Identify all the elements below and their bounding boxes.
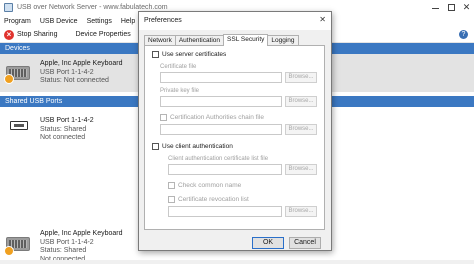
port-note: Not connected (40, 134, 86, 141)
status-bar (0, 260, 474, 264)
private-key-file-field (160, 96, 282, 107)
device-properties-button[interactable]: Device Properties (75, 31, 130, 38)
dialog-title: Preferences (139, 12, 331, 30)
private-key-file-browse-button: Browse... (285, 96, 317, 107)
minimize-icon[interactable] (431, 3, 440, 12)
checkbox-box (152, 143, 159, 150)
stop-sharing-button[interactable]: × Stop Sharing (4, 29, 58, 40)
ca-chain-file-field (160, 124, 282, 135)
ca-chain-file-label: Certification Authorities chain file (170, 114, 264, 121)
use-server-certificates-checkbox[interactable]: Use server certificates (152, 51, 226, 58)
checkbox-box (152, 51, 159, 58)
device-status: Status: Not connected (40, 77, 109, 84)
menu-help[interactable]: Help (121, 18, 135, 25)
shared-badge-icon (4, 246, 14, 256)
ca-chain-file-checkbox: Certification Authorities chain file (160, 114, 264, 121)
dialog-close-icon[interactable]: ✕ (319, 16, 326, 24)
ok-button[interactable]: OK (252, 237, 284, 249)
tab-ssl-security[interactable]: SSL Security (223, 34, 269, 46)
shared-device-name: Apple, Inc Apple Keyboard (40, 230, 123, 237)
app-icon (4, 3, 13, 12)
cert-revocation-list-field (168, 206, 282, 217)
certificate-file-browse-button: Browse... (285, 72, 317, 83)
cert-revocation-list-label: Certificate revocation list (178, 196, 249, 203)
certificate-file-label: Certificate file (160, 64, 197, 70)
menu-settings[interactable]: Settings (87, 18, 112, 25)
preferences-dialog: Preferences ✕ Network Authentication SSL… (138, 11, 332, 251)
check-common-name-label: Check common name (178, 182, 242, 189)
client-auth-list-file-field (168, 164, 282, 175)
shared-device-status: Status: Shared (40, 247, 87, 254)
menu-usb-device[interactable]: USB Device (40, 18, 78, 25)
client-auth-list-browse-button: Browse... (285, 164, 317, 175)
checkbox-box (168, 182, 175, 189)
port-name: USB Port 1-1-4-2 (40, 117, 94, 124)
shared-badge-icon (4, 74, 14, 84)
use-client-authentication-checkbox[interactable]: Use client authentication (152, 143, 233, 150)
close-icon[interactable]: ✕ (462, 3, 471, 12)
use-client-authentication-label: Use client authentication (162, 143, 233, 150)
stop-icon: × (4, 29, 14, 40)
ca-chain-file-browse-button: Browse... (285, 124, 317, 135)
stop-sharing-label: Stop Sharing (17, 31, 58, 38)
checkbox-box (168, 196, 175, 203)
ssl-security-panel: Use server certificates Certificate file… (144, 45, 325, 230)
cancel-button[interactable]: Cancel (289, 237, 321, 249)
cert-revocation-list-browse-button: Browse... (285, 206, 317, 217)
help-icon[interactable]: ? (459, 30, 468, 39)
device-properties-label: Device Properties (75, 31, 131, 38)
use-server-certificates-label: Use server certificates (162, 51, 227, 58)
check-common-name-checkbox: Check common name (168, 182, 241, 189)
private-key-file-label: Private key file (160, 88, 200, 94)
device-name: Apple, Inc Apple Keyboard (40, 60, 123, 67)
window-title: USB over Network Server - www.fabulatech… (17, 4, 168, 11)
device-port: USB Port 1-1-4-2 (40, 68, 94, 76)
checkbox-box (160, 114, 167, 121)
client-auth-list-file-label: Client authentication certificate list f… (168, 156, 269, 162)
maximize-icon[interactable] (448, 4, 455, 11)
shared-device-port: USB Port 1-1-4-2 (40, 238, 94, 246)
port-status: Status: Shared (40, 125, 87, 133)
certificate-file-field (160, 72, 282, 83)
usb-port-icon (10, 121, 28, 130)
menu-program[interactable]: Program (4, 18, 31, 25)
cert-revocation-list-checkbox: Certificate revocation list (168, 196, 249, 203)
